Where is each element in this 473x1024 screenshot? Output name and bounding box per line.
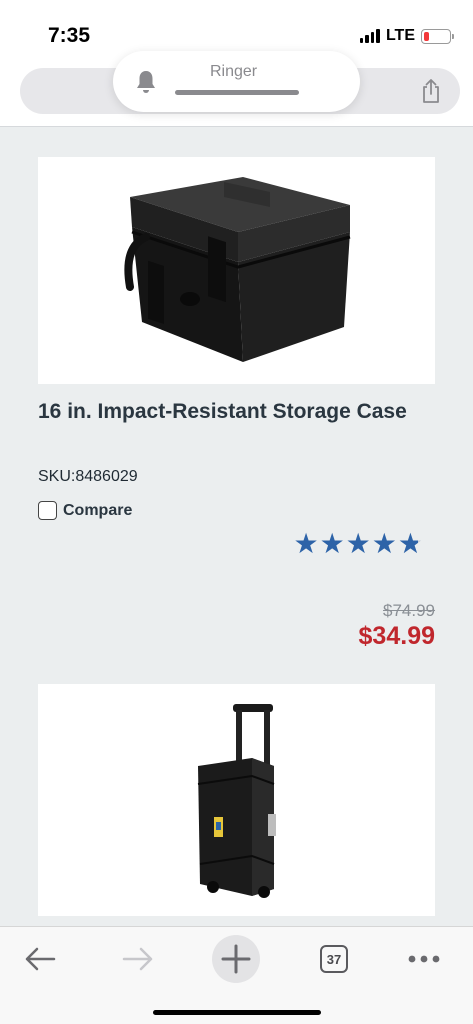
- bell-icon: [137, 71, 155, 93]
- star-icon: ★ ★: [397, 528, 423, 559]
- compare-checkbox[interactable]: Compare: [38, 501, 132, 520]
- plus-icon[interactable]: [221, 944, 251, 974]
- storage-case-image[interactable]: [38, 157, 435, 384]
- page-content[interactable]: 16 in. Impact-Resistant Storage Case SKU…: [0, 127, 473, 926]
- checkbox-icon[interactable]: [38, 501, 57, 520]
- status-time: 7:35: [48, 24, 91, 47]
- star-icon: ★: [319, 528, 345, 559]
- star-icon: ★: [293, 528, 319, 559]
- battery-icon: [421, 28, 454, 44]
- compare-label: Compare: [63, 501, 133, 519]
- product-image-card[interactable]: [38, 157, 435, 384]
- forward-button[interactable]: [114, 935, 162, 983]
- star-icon: ★: [371, 528, 397, 559]
- sale-price: $34.99: [358, 622, 435, 650]
- ringer-notification: Ringer: [113, 51, 360, 112]
- product-image-card-2[interactable]: [38, 684, 435, 916]
- home-indicator[interactable]: [153, 1010, 321, 1015]
- network-label: LTE: [385, 27, 415, 44]
- product-title[interactable]: 16 in. Impact-Resistant Storage Case: [38, 400, 407, 424]
- back-button[interactable]: [16, 935, 64, 983]
- forward-arrow-icon[interactable]: [121, 946, 155, 972]
- new-tab-button[interactable]: [212, 935, 260, 983]
- product-sku: SKU:8486029: [38, 468, 138, 485]
- ringer-label: Ringer: [210, 63, 258, 80]
- tabs-icon[interactable]: 37: [320, 945, 348, 973]
- signal-icon: [359, 29, 380, 43]
- browser-toolbar: 37: [0, 926, 473, 1024]
- original-price: $74.99: [383, 601, 435, 620]
- more-dots-icon[interactable]: [406, 954, 442, 964]
- battery-level: [424, 31, 429, 41]
- status-icons: LTE: [359, 27, 454, 45]
- more-button[interactable]: [400, 935, 448, 983]
- back-arrow-icon[interactable]: [23, 946, 57, 972]
- rolling-case-image[interactable]: [38, 684, 435, 916]
- rating-stars: ★ ★ ★ ★ ★ ★: [293, 529, 423, 559]
- share-icon[interactable]: [420, 78, 442, 104]
- star-icon: ★: [345, 528, 371, 559]
- ringer-volume-bar: [175, 90, 299, 95]
- tabs-button[interactable]: 37: [310, 935, 358, 983]
